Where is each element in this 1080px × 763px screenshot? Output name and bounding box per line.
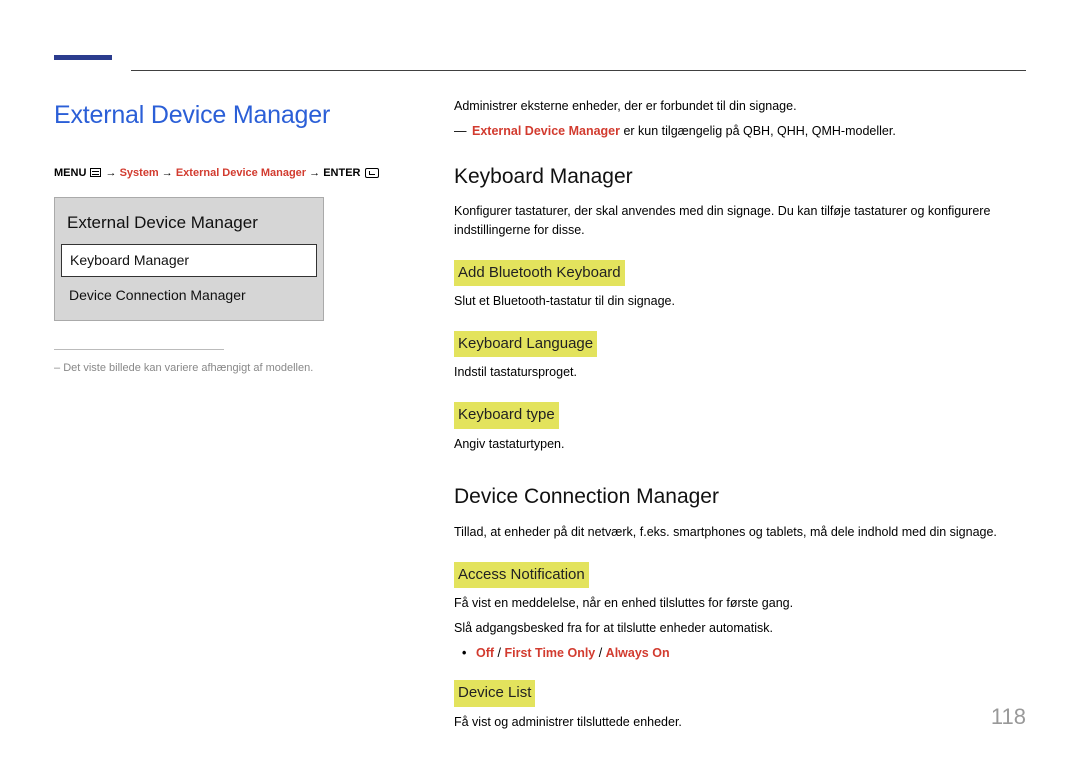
heading-keyboard-type: Keyboard type [454,402,559,429]
access-notification-desc2: Slå adgangsbesked fra for at tilslutte e… [454,619,1026,638]
breadcrumb-arrow: → [162,167,173,179]
dcm-desc: Tillad, at enheder på dit netværk, f.eks… [454,523,1026,542]
access-notification-desc1: Få vist en meddelelse, når en enhed tils… [454,594,1026,613]
device-list-desc: Få vist og administrer tilsluttede enhed… [454,713,1026,732]
page-number: 118 [991,700,1026,733]
breadcrumb-enter: ENTER [323,167,360,179]
keyboard-type-desc: Angiv tastaturtypen. [454,435,1026,454]
keyboard-language-desc: Indstil tastatursproget. [454,363,1026,382]
heading-keyboard-manager: Keyboard Manager [454,161,1026,193]
breadcrumb: MENU → System → External Device Manager … [54,165,384,182]
heading-keyboard-language: Keyboard Language [454,331,597,358]
enter-icon [365,168,379,178]
left-note: – Det viste billede kan variere afhængig… [54,360,384,377]
availability-note: External Device Manager er kun tilgængel… [454,122,1026,141]
option-always-on: Always On [606,646,670,660]
breadcrumb-edm: External Device Manager [176,167,306,179]
access-notification-options: Off / First Time Only / Always On [460,644,1026,663]
page-title: External Device Manager [54,97,384,135]
menu-icon [90,168,101,177]
intro-text: Administrer eksterne enheder, der er for… [454,97,1026,116]
add-bluetooth-keyboard-desc: Slut et Bluetooth-tastatur til din signa… [454,292,1026,311]
availability-note-product: External Device Manager [472,124,620,138]
accent-bar [54,55,112,60]
breadcrumb-arrow: → [106,167,117,179]
menu-item-device-connection-manager[interactable]: Device Connection Manager [55,281,323,312]
heading-access-notification: Access Notification [454,562,589,589]
menu-item-keyboard-manager[interactable]: Keyboard Manager [61,244,317,277]
menu-panel-title: External Device Manager [55,198,323,244]
note-divider [54,349,224,350]
top-divider [131,70,1026,71]
heading-device-list: Device List [454,680,535,707]
breadcrumb-menu: MENU [54,167,86,179]
option-first-time-only: First Time Only [504,646,595,660]
breadcrumb-system: System [120,167,159,179]
left-column: External Device Manager MENU → System → … [54,97,384,376]
keyboard-manager-desc: Konfigurer tastaturer, der skal anvendes… [454,202,1026,240]
menu-panel: External Device Manager Keyboard Manager… [54,197,324,321]
heading-device-connection-manager: Device Connection Manager [454,481,1026,513]
option-off: Off [476,646,494,660]
right-column: Administrer eksterne enheder, der er for… [454,97,1026,738]
heading-add-bluetooth-keyboard: Add Bluetooth Keyboard [454,260,625,287]
breadcrumb-arrow: → [309,167,320,179]
availability-note-rest: er kun tilgængelig på QBH, QHH, QMH-mode… [620,124,896,138]
access-notification-option-row: Off / First Time Only / Always On [460,644,1026,663]
